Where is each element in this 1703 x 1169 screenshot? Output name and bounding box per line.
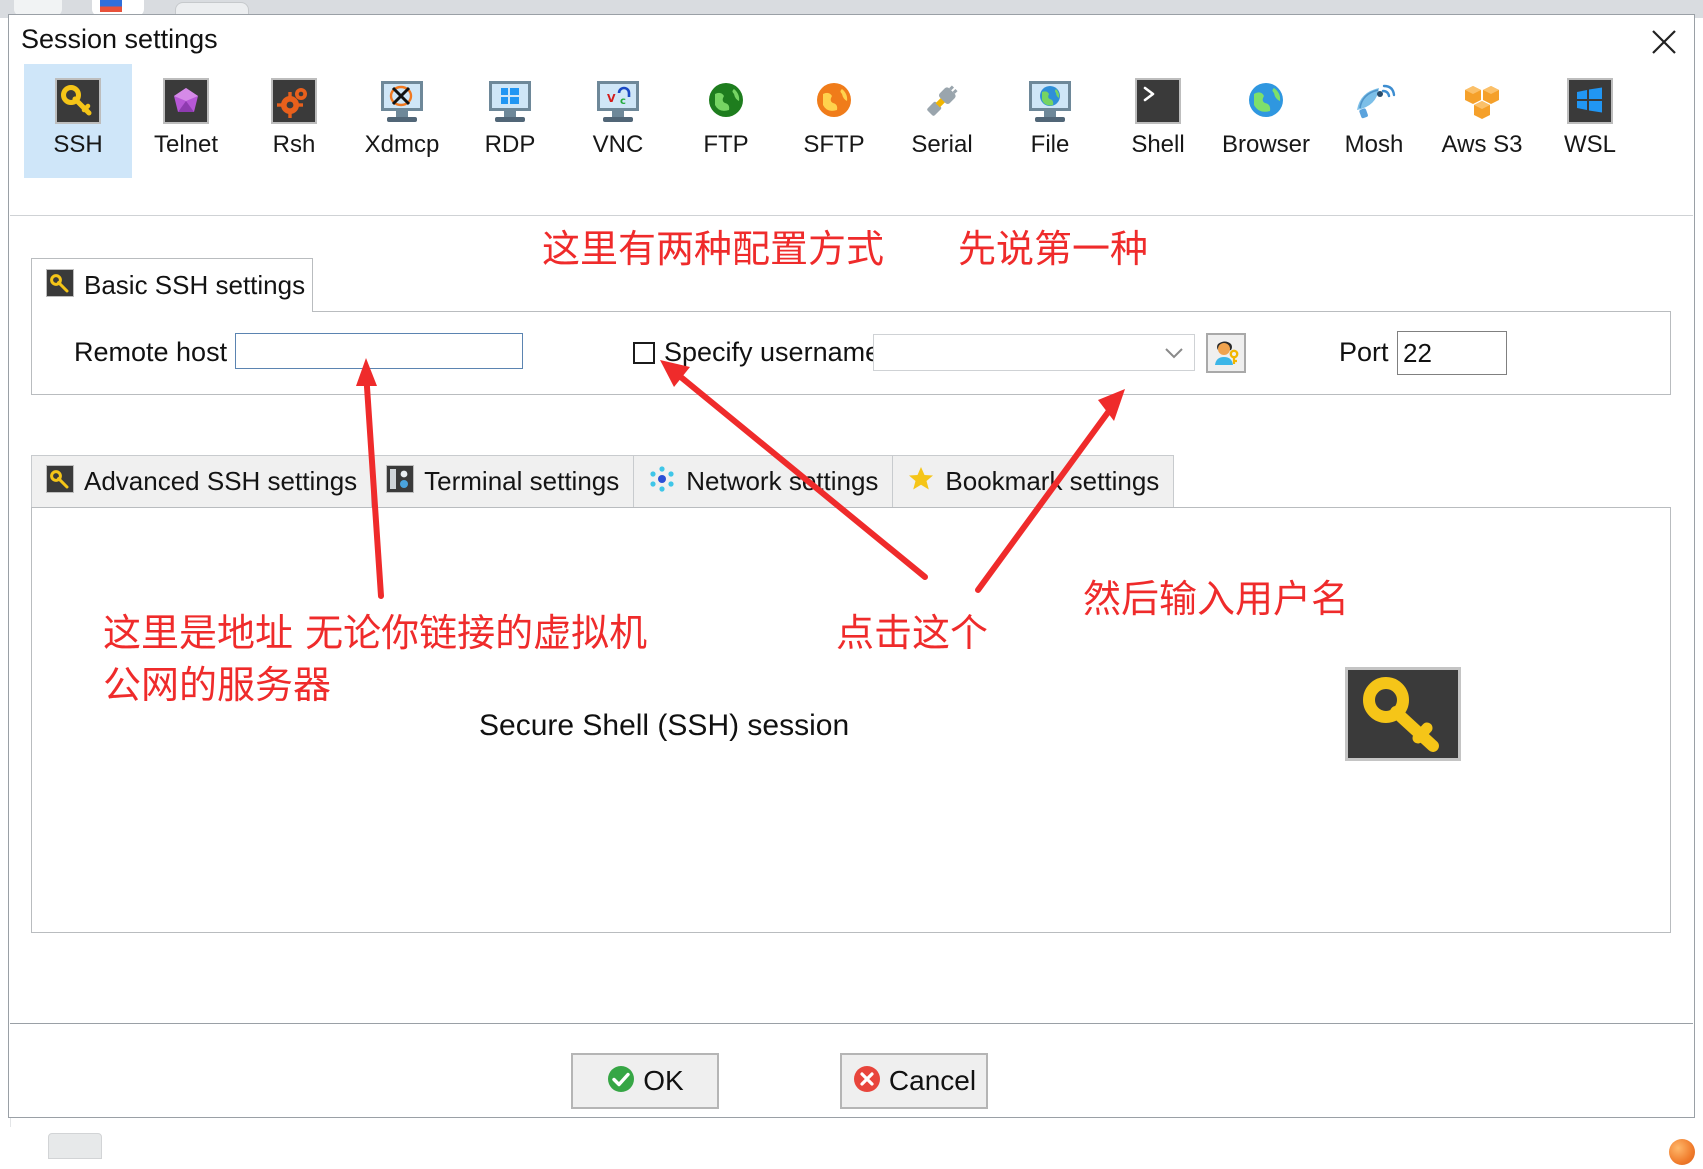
protocol-item-mosh[interactable]: Mosh (1320, 64, 1428, 178)
globe-monitor-icon (1027, 78, 1073, 124)
protocol-item-serial[interactable]: Serial (888, 64, 996, 178)
cancel-button-label: Cancel (888, 1065, 977, 1096)
port-label: Port (1339, 337, 1389, 367)
windows-monitor-icon (487, 78, 533, 124)
protocol-item-ftp[interactable]: FTP (672, 64, 780, 178)
close-icon[interactable] (1640, 19, 1688, 61)
ok-button[interactable]: OK (571, 1053, 719, 1109)
tab-advanced-ssh-settings[interactable]: Advanced SSH settings (31, 455, 373, 507)
tab-basic-ssh-settings[interactable]: Basic SSH settings (31, 258, 313, 312)
dialog-title: Session settings (21, 24, 218, 54)
x-monitor-icon (379, 78, 425, 124)
background-bottom-strip (0, 1127, 1703, 1169)
orange-globe-icon (811, 78, 857, 124)
protocol-label: Aws S3 (1441, 131, 1523, 158)
tab-label: Terminal settings (424, 466, 620, 496)
tab-bookmark-settings[interactable]: Bookmark settings (892, 455, 1175, 507)
blue-globe-icon (1243, 78, 1289, 124)
tab-label: Advanced SSH settings (84, 466, 358, 496)
protocol-label: RDP (484, 131, 536, 158)
protocol-item-sftp[interactable]: SFTP (780, 64, 888, 178)
green-globe-icon (703, 78, 749, 124)
username-combobox[interactable] (873, 334, 1195, 371)
plug-icon (919, 78, 965, 124)
protocol-item-browser[interactable]: Browser (1212, 64, 1320, 178)
gears-icon (271, 78, 317, 124)
protocol-item-shell[interactable]: Shell (1104, 64, 1212, 178)
star-icon (907, 465, 935, 498)
protocol-item-xdmcp[interactable]: Xdmcp (348, 64, 456, 178)
background-bottom-tab (48, 1133, 102, 1159)
protocol-item-file[interactable]: File (996, 64, 1104, 178)
protocol-label: VNC (592, 131, 644, 158)
protocol-item-rdp[interactable]: RDP (456, 64, 564, 178)
x-circle-icon (852, 1064, 882, 1099)
background-app-badge-icon (1669, 1139, 1695, 1165)
key-icon (55, 78, 101, 124)
background-tab-favicon (100, 0, 122, 12)
protocol-label: SFTP (803, 131, 865, 158)
specify-username-checkbox[interactable]: Specify username (633, 337, 880, 368)
network-icon (648, 465, 676, 498)
port-input[interactable] (1398, 332, 1703, 374)
check-circle-icon (606, 1064, 636, 1099)
port-stepper[interactable] (1397, 331, 1703, 375)
checkbox-box[interactable] (633, 341, 655, 364)
specify-username-label: Specify username (664, 337, 881, 367)
key-icon (45, 464, 75, 498)
tab-panel-seam (32, 310, 312, 313)
protocol-label: SSH (53, 131, 103, 158)
tab-basic-ssh-settings-label: Basic SSH settings (84, 270, 306, 300)
protocol-item-aws-s3[interactable]: Aws S3 (1428, 64, 1536, 178)
tab-label: Network settings (686, 466, 879, 496)
key-icon (1345, 667, 1461, 761)
tab-label: Bookmark settings (945, 466, 1160, 496)
session-settings-dialog: Session settings SSH Telnet Rsh Xdmcp RD… (8, 14, 1703, 1118)
cancel-button[interactable]: Cancel (840, 1053, 988, 1109)
protocol-label: Shell (1131, 131, 1185, 158)
protocol-label: Mosh (1344, 131, 1404, 158)
tab-terminal-settings[interactable]: Terminal settings (371, 455, 635, 507)
aws-cubes-icon (1459, 78, 1505, 124)
protocol-label: File (1030, 131, 1070, 158)
protocol-label: Browser (1221, 131, 1311, 158)
protocol-item-vnc[interactable]: V c VNC (564, 64, 672, 178)
tab-network-settings[interactable]: Network settings (633, 455, 894, 507)
remote-host-input[interactable] (235, 333, 523, 369)
svg-text:c: c (620, 96, 626, 107)
satellite-icon (1351, 78, 1397, 124)
remote-host-label: Remote host * (74, 337, 246, 367)
protocol-label: Serial (911, 131, 973, 158)
protocol-strip-divider (10, 215, 1693, 216)
key-icon (45, 268, 75, 302)
svg-text:V: V (607, 92, 616, 105)
dialog-titlebar: Session settings (9, 15, 1694, 63)
protocol-label: WSL (1563, 131, 1616, 158)
protocol-item-ssh[interactable]: SSH (24, 64, 132, 178)
gem-icon (163, 78, 209, 124)
session-type-caption: Secure Shell (SSH) session (479, 709, 850, 742)
terminal-icon (1135, 78, 1181, 124)
user-key-icon[interactable] (1206, 333, 1246, 373)
protocol-item-telnet[interactable]: Telnet (132, 64, 240, 178)
protocol-item-wsl[interactable]: WSL (1536, 64, 1644, 178)
protocol-label: Telnet (153, 131, 219, 158)
protocol-label: Rsh (272, 131, 316, 158)
protocol-label: FTP (703, 131, 749, 158)
terminal-gear-icon (385, 464, 416, 498)
footer-divider (10, 1023, 1693, 1024)
protocol-label: Xdmcp (364, 131, 440, 158)
settings-tabbar: Advanced SSH settings Terminal settings (31, 455, 1175, 507)
protocol-item-rsh[interactable]: Rsh (240, 64, 348, 178)
protocol-selector: SSH Telnet Rsh Xdmcp RDP V c VNC FTP SFT… (10, 64, 1693, 216)
windows-icon (1567, 78, 1613, 124)
chevron-down-icon[interactable] (1164, 347, 1184, 365)
vnc-monitor-icon: V c (595, 78, 641, 124)
ok-button-label: OK (643, 1065, 684, 1096)
